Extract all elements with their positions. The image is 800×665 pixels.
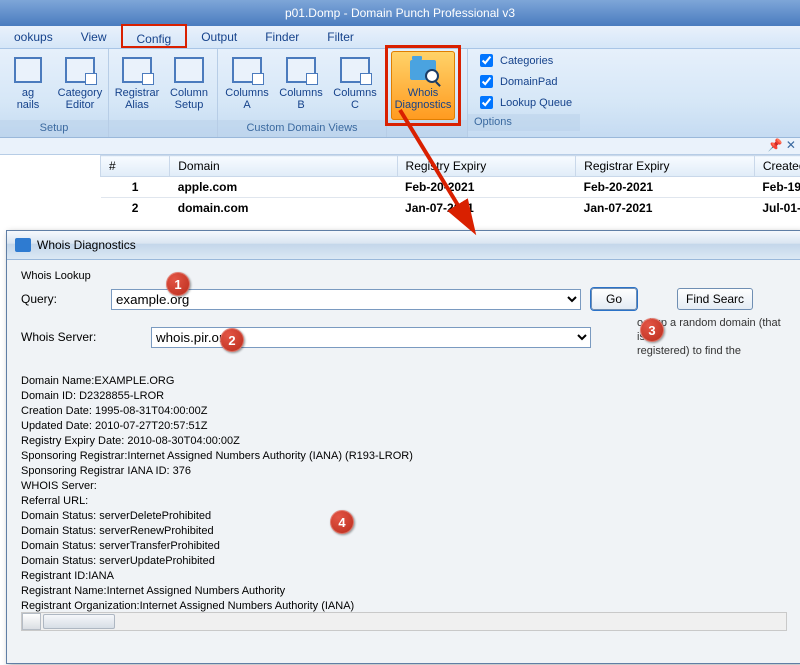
cell-created: Feb-19-1987 — [754, 177, 800, 198]
columns-b-label: Columns B — [279, 87, 322, 111]
cell-index: 2 — [101, 198, 170, 216]
category-icon — [65, 55, 95, 85]
columns-icon — [174, 55, 204, 85]
cell-domain: domain.com — [170, 198, 397, 216]
columns-c-button[interactable]: Columns C — [330, 51, 380, 120]
col-created[interactable]: Created On — [754, 156, 800, 177]
tag-emails-button[interactable]: ag nails — [4, 51, 52, 120]
ribbon-group-blank1 — [109, 120, 217, 137]
whois-output: Domain Name:EXAMPLE.ORG Domain ID: D2328… — [21, 374, 787, 612]
cell-created: Jul-01-1994 — [754, 198, 800, 216]
menu-config[interactable]: Config — [121, 24, 188, 48]
tag-emails-label: ag nails — [17, 87, 40, 111]
go-button[interactable]: Go — [591, 288, 637, 310]
registrar-alias-label: Registrar Alias — [115, 87, 160, 111]
column-setup-button[interactable]: Column Setup — [165, 51, 213, 120]
col-index[interactable]: # — [101, 156, 170, 177]
menu-lookups[interactable]: ookups — [0, 26, 67, 48]
tag-icon — [13, 55, 43, 85]
categories-checkbox-input[interactable] — [480, 54, 493, 67]
ribbon: ag nails Category Editor Setup Registrar… — [0, 49, 800, 138]
ribbon-group-blank2 — [387, 120, 467, 137]
cell-registrar-expiry: Jan-07-2021 — [576, 198, 755, 216]
callout-3: 3 — [640, 318, 664, 342]
whois-icon — [408, 55, 438, 85]
grid-icon — [122, 55, 152, 85]
whois-diagnostics-button[interactable]: Whois Diagnostics — [391, 51, 455, 120]
whois-diagnostics-label: Whois Diagnostics — [395, 87, 452, 111]
cell-domain: apple.com — [170, 177, 397, 198]
columns-a-label: Columns A — [225, 87, 268, 111]
columns-b-button[interactable]: Columns B — [276, 51, 326, 120]
ribbon-group-options: Options — [468, 114, 580, 131]
col-domain[interactable]: Domain — [170, 156, 397, 177]
menu-filter[interactable]: Filter — [313, 26, 368, 48]
whois-server-input[interactable]: whois.pir.org — [151, 327, 591, 348]
query-label: Query: — [21, 292, 101, 306]
app-icon — [15, 238, 31, 252]
col-registrar-expiry[interactable]: Registrar Expiry — [576, 156, 755, 177]
whois-diagnostics-dialog: Whois Diagnostics Whois Lookup Query: ex… — [6, 230, 800, 664]
pin-icon[interactable]: 📌 ✕ — [768, 138, 796, 152]
callout-2: 2 — [220, 328, 244, 352]
table-icon — [232, 55, 262, 85]
registrar-alias-button[interactable]: Registrar Alias — [113, 51, 161, 120]
table-row[interactable]: 1 apple.com Feb-20-2021 Feb-20-2021 Feb-… — [101, 177, 800, 198]
domainpad-checkbox-input[interactable] — [480, 75, 493, 88]
menu-finder[interactable]: Finder — [251, 26, 313, 48]
lookup-queue-checkbox[interactable]: Lookup Queue — [476, 93, 572, 112]
categories-checkbox-label: Categories — [500, 55, 553, 67]
columns-c-label: Columns C — [333, 87, 376, 111]
column-setup-label: Column Setup — [170, 87, 208, 111]
callout-1: 1 — [166, 272, 190, 296]
window-title: p01.Domp - Domain Punch Professional v3 — [285, 6, 515, 20]
menu-bar: ookups View Config Output Finder Filter — [0, 26, 800, 49]
columns-a-button[interactable]: Columns A — [222, 51, 272, 120]
lookup-queue-checkbox-label: Lookup Queue — [500, 97, 572, 109]
table-icon — [340, 55, 370, 85]
window-titlebar: p01.Domp - Domain Punch Professional v3 — [0, 0, 800, 26]
domainpad-checkbox[interactable]: DomainPad — [476, 72, 572, 91]
dialog-title: Whois Diagnostics — [37, 238, 136, 252]
table-row[interactable]: 2 domain.com Jan-07-2021 Jan-07-2021 Jul… — [101, 198, 800, 216]
cell-index: 1 — [101, 177, 170, 198]
dialog-titlebar[interactable]: Whois Diagnostics — [7, 231, 800, 260]
table-icon — [286, 55, 316, 85]
cell-reg-expiry: Jan-07-2021 — [397, 198, 576, 216]
find-search-button[interactable]: Find Searc — [677, 288, 753, 310]
col-registry-expiry[interactable]: Registry Expiry — [397, 156, 576, 177]
panel-pin-row: 📌 ✕ — [0, 138, 800, 155]
cell-registrar-expiry: Feb-20-2021 — [576, 177, 755, 198]
categories-checkbox[interactable]: Categories — [476, 51, 572, 70]
scroll-left-button[interactable] — [22, 613, 41, 630]
domain-grid: # Domain Registry Expiry Registrar Expir… — [100, 155, 800, 215]
category-editor-label: Category Editor — [58, 87, 103, 111]
menu-view[interactable]: View — [67, 26, 121, 48]
lookup-queue-checkbox-input[interactable] — [480, 96, 493, 109]
menu-output[interactable]: Output — [187, 26, 251, 48]
ribbon-group-views: Custom Domain Views — [218, 120, 386, 137]
ribbon-group-setup: Setup — [0, 120, 108, 137]
horizontal-scrollbar[interactable] — [21, 612, 787, 631]
whois-lookup-section-label: Whois Lookup — [21, 270, 787, 282]
scroll-thumb[interactable] — [43, 614, 115, 629]
whois-server-label: Whois Server: — [21, 330, 101, 344]
cell-reg-expiry: Feb-20-2021 — [397, 177, 576, 198]
category-editor-button[interactable]: Category Editor — [56, 51, 104, 120]
callout-4: 4 — [330, 510, 354, 534]
domainpad-checkbox-label: DomainPad — [500, 76, 557, 88]
